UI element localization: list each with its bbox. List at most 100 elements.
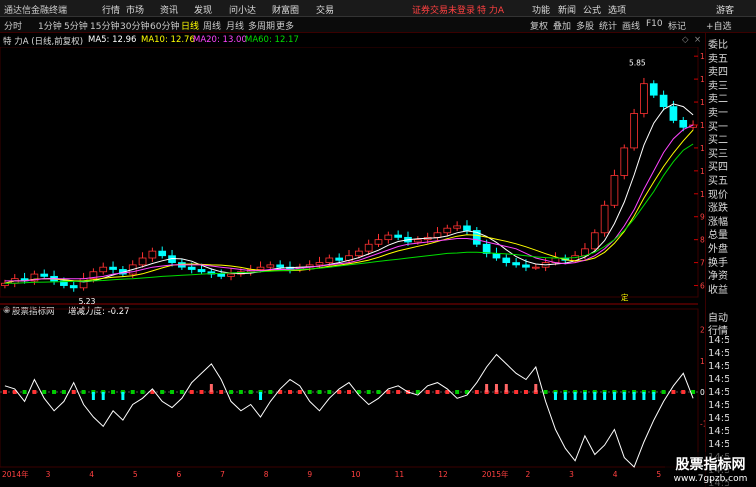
indicator-marker: [2, 390, 7, 394]
menu-wealth-circle[interactable]: 财富圈: [272, 3, 299, 16]
indicator-marker: [376, 390, 381, 394]
tick-time-label: 14:5: [708, 335, 729, 346]
indicator-marker: [81, 390, 86, 394]
tool-draw[interactable]: 画线: [622, 19, 640, 32]
candle-body: [630, 113, 638, 149]
candle-body: [364, 243, 373, 252]
indicator-bar: [593, 392, 597, 400]
menu-headlines[interactable]: 新闻: [558, 3, 576, 16]
period-daily[interactable]: 日线: [181, 19, 199, 32]
candle-body: [227, 273, 235, 277]
x-tick-label: 9: [307, 470, 312, 479]
candle-body: [276, 264, 285, 268]
login-notice[interactable]: 证券交易未登录: [412, 3, 475, 16]
candle-body: [315, 262, 324, 266]
candle-body: [492, 253, 501, 259]
tick-time-label: 14:5: [708, 374, 729, 385]
indicator-bar: [494, 384, 498, 392]
indicator-bar: [91, 392, 95, 400]
x-tick-label: 10: [351, 470, 361, 479]
x-tick-label: 8: [264, 470, 269, 479]
indicator-bar: [583, 392, 587, 400]
period-60min[interactable]: 60分钟: [150, 19, 179, 32]
close-icon[interactable]: ×: [694, 35, 701, 45]
indicator-marker: [268, 390, 273, 394]
candle-body: [669, 106, 678, 121]
indicator-marker: [347, 390, 351, 394]
indicator-marker: [671, 390, 676, 394]
indicator-marker: [474, 390, 479, 394]
tick-time-label: 14:5: [708, 361, 729, 372]
indicator-marker: [189, 390, 194, 394]
x-tick-label: 2014年: [2, 469, 29, 479]
tool-adjust[interactable]: 复权: [530, 19, 548, 32]
menu-formula[interactable]: 公式: [583, 3, 601, 16]
menu-market[interactable]: 市场: [126, 3, 144, 16]
menu-news[interactable]: 资讯: [160, 3, 178, 16]
candle-body: [512, 262, 520, 266]
menu-options[interactable]: 选项: [608, 3, 626, 16]
period-weekly[interactable]: 周线: [203, 19, 221, 32]
indicator-marker: [199, 390, 204, 394]
menu-function[interactable]: 功能: [532, 3, 550, 16]
candle-body: [531, 266, 540, 269]
indicator-marker: [523, 390, 528, 394]
tool-overlay[interactable]: 叠加: [553, 19, 571, 32]
indicator-marker: [327, 390, 332, 394]
indicator-bar: [622, 392, 626, 400]
indicator-bar: [534, 384, 538, 392]
period-more[interactable]: 更多: [276, 19, 294, 32]
indicator-bar: [209, 384, 213, 392]
menu-trade[interactable]: 交易: [316, 3, 334, 16]
menu-quotes[interactable]: 行情: [102, 3, 120, 16]
indicator-bar: [504, 384, 508, 392]
chevron-up-icon[interactable]: ◇: [682, 35, 689, 45]
chart-info-bar: 特 力A (日线,前复权) MA5: 12.96 MA10: 12.76 MA2…: [0, 34, 712, 47]
period-intraday[interactable]: 分时: [4, 19, 22, 32]
indicator-marker: [42, 390, 47, 394]
watermark: 股票指标网 www.7gpzb.com: [665, 452, 756, 487]
watermark-url: www.7gpzb.com: [673, 474, 748, 484]
period-30min[interactable]: 30分钟: [120, 19, 149, 32]
high-annotation: 5.85: [629, 58, 646, 67]
indicator-bar: [573, 392, 577, 400]
indicator-marker: [297, 390, 302, 394]
indicator-marker: [140, 390, 145, 394]
candle-body: [610, 175, 619, 206]
toolbar: 分时 1分钟 5分钟 15分钟 30分钟 60分钟 日线 周线 月线 多周期 更…: [0, 17, 756, 33]
tick-time-label: 14:5: [708, 426, 729, 437]
user-guest[interactable]: 游客: [716, 3, 734, 16]
stock-name: 特 力A: [477, 6, 505, 16]
candle-body: [335, 257, 344, 261]
tool-f10[interactable]: F10: [646, 19, 663, 29]
menu-wenxiaoda[interactable]: 问小达: [229, 3, 256, 16]
period-monthly[interactable]: 月线: [226, 19, 244, 32]
tool-mark[interactable]: 标记: [668, 19, 686, 32]
indicator-marker: [52, 390, 57, 394]
period-multi[interactable]: 多周期: [248, 19, 275, 32]
self-select-button[interactable]: +自选: [706, 19, 732, 32]
tick-time-label: 14:5: [708, 439, 729, 450]
indicator-marker: [22, 390, 27, 394]
indicator-marker: [130, 390, 135, 394]
period-15min[interactable]: 15分钟: [90, 19, 119, 32]
candle-body: [453, 225, 461, 229]
tool-multi-stock[interactable]: 多股: [576, 19, 594, 32]
period-1min[interactable]: 1分钟: [38, 19, 62, 32]
menu-discover[interactable]: 发现: [194, 3, 212, 16]
indicator-marker: [179, 390, 184, 394]
indicator-marker: [435, 390, 440, 394]
title-bar: 通达信金融终端 行情 市场 资讯 发现 问小达 财富圈 交易 证券交易未登录 特…: [0, 0, 756, 17]
tool-statistics[interactable]: 统计: [599, 19, 617, 32]
indicator-marker: [238, 390, 243, 394]
app-logo: 通达信金融终端: [4, 6, 68, 16]
candle-body: [502, 257, 511, 263]
x-tick-label: 4: [89, 470, 94, 479]
x-tick-label: 3: [569, 470, 574, 479]
indicator-marker: [219, 390, 224, 394]
period-5min[interactable]: 5分钟: [64, 19, 88, 32]
candle-body: [384, 234, 393, 241]
candle-body: [482, 243, 491, 254]
x-tick-label: 5: [656, 470, 661, 479]
low-annotation: 5.23: [79, 297, 96, 306]
